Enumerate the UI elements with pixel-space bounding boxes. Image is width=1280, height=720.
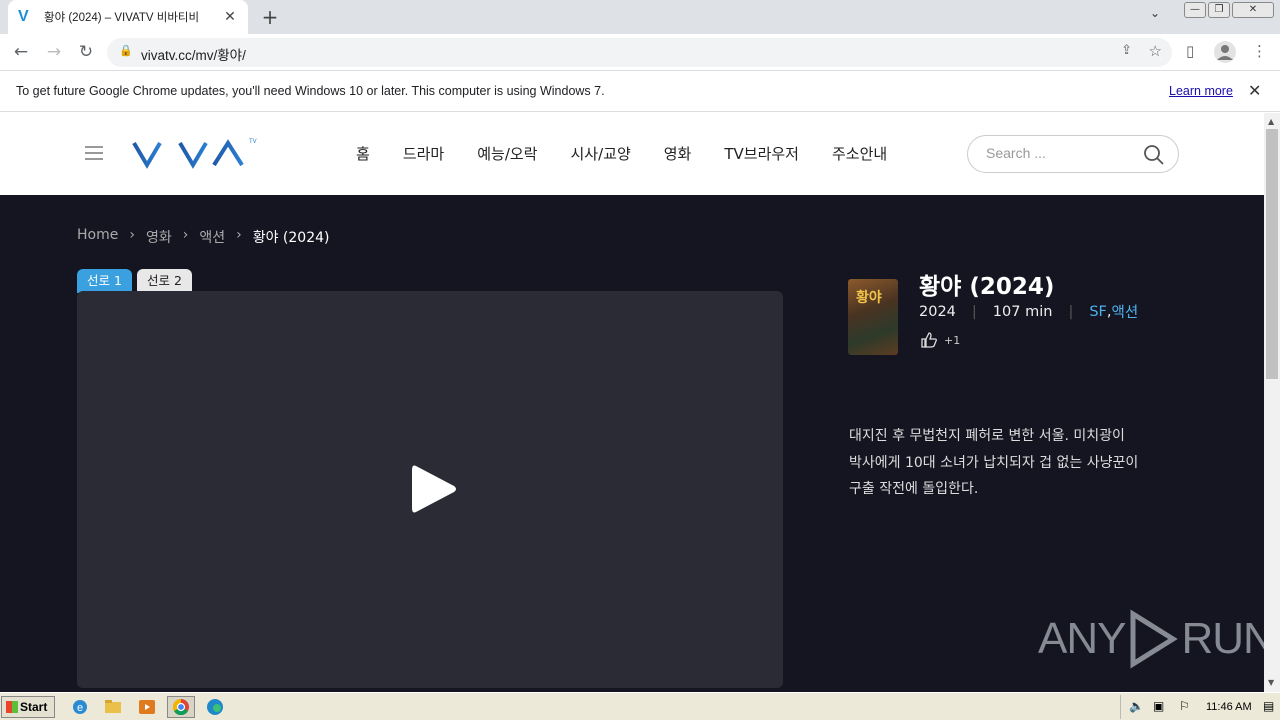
bookmark-star-icon[interactable]: ☆	[1149, 42, 1162, 60]
update-infobar: To get future Google Chrome updates, you…	[0, 72, 1280, 112]
nav-drama[interactable]: 드라마	[403, 143, 444, 164]
viva-logo[interactable]: TV	[132, 135, 262, 175]
search-icon[interactable]	[1143, 144, 1165, 170]
ie-icon[interactable]: e	[70, 697, 90, 717]
tab-search-chevron-icon[interactable]: ⌄	[1150, 6, 1160, 20]
site-header: TV 홈 드라마 예능/오락 시사/교양 영화 TV브라우저 주소안내	[0, 113, 1264, 195]
url-text[interactable]: vivatv.cc/mv/황야/	[141, 44, 246, 64]
video-player[interactable]	[77, 291, 783, 688]
start-button[interactable]: Start	[1, 696, 55, 718]
breadcrumb-chevron-icon: ›	[182, 227, 189, 243]
logo-tv-sup: TV	[249, 139, 257, 145]
profile-avatar-icon[interactable]	[1214, 41, 1236, 63]
scroll-down-arrow-icon[interactable]: ▼	[1268, 678, 1274, 687]
volume-icon[interactable]: 🔈	[1129, 699, 1144, 713]
breadcrumb-action[interactable]: 액션	[199, 227, 225, 247]
back-arrow-icon[interactable]: ←	[10, 41, 32, 63]
like-button[interactable]: +1	[920, 331, 960, 349]
server-tab-2[interactable]: 선로 2	[137, 269, 192, 293]
movie-detail-section: Home › 영화 › 액션 › 황야 (2024) 선로 1 선로 2 황야 …	[0, 195, 1275, 692]
address-bar[interactable]: 🔒 vivatv.cc/mv/황야/ ⇪ ☆	[107, 38, 1172, 67]
side-panel-icon[interactable]: ▯	[1186, 42, 1194, 60]
poster-title-text: 황야	[856, 290, 882, 306]
infobar-message: To get future Google Chrome updates, you…	[16, 84, 605, 98]
chrome-taskbar-icon[interactable]	[167, 696, 195, 718]
new-tab-button[interactable]: +	[258, 5, 282, 29]
taskbar-clock: 11:46 AM	[1206, 701, 1252, 713]
system-tray: 🔈 ▣ ⚐ ▤	[1120, 695, 1280, 719]
breadcrumb-home[interactable]: Home	[77, 227, 118, 247]
nav-address-info[interactable]: 주소안내	[832, 143, 887, 164]
show-desktop-icon[interactable]: ▤	[1263, 699, 1274, 713]
anyrun-watermark: ANY RUN	[1038, 608, 1275, 670]
restore-window-button[interactable]: ❐	[1208, 2, 1230, 18]
anyrun-play-logo-icon	[1130, 609, 1179, 669]
nav-current-affairs[interactable]: 시사/교양	[570, 143, 630, 164]
action-center-flag-icon[interactable]: ⚐	[1179, 699, 1190, 713]
viva-favicon-icon: V	[18, 8, 29, 25]
movie-title: 황야 (2024)	[919, 274, 1055, 300]
watermark-left: ANY	[1038, 614, 1126, 663]
lock-icon[interactable]: 🔒	[119, 44, 133, 57]
breadcrumb-movies[interactable]: 영화	[146, 227, 172, 247]
windows-taskbar: Start e 🔈 ▣ ⚐ ▤ 11:46 AM	[0, 692, 1280, 720]
nav-home[interactable]: 홈	[356, 143, 370, 164]
nav-tv-browser[interactable]: TV브라우저	[724, 143, 799, 164]
tab-title: 황야 (2024) – VIVATV 비바티비	[44, 12, 200, 24]
breadcrumb-chevron-icon: ›	[129, 227, 135, 243]
share-icon[interactable]: ⇪	[1121, 43, 1132, 58]
network-icon[interactable]: ▣	[1153, 699, 1164, 713]
media-player-icon[interactable]	[137, 697, 157, 717]
genre-link-sf[interactable]: SF	[1089, 304, 1107, 320]
movie-synopsis: 대지진 후 무법천지 폐허로 변한 서울. 미치광이 박사에게 10대 소녀가 …	[849, 428, 1139, 497]
breadcrumb: Home › 영화 › 액션 › 황야 (2024)	[77, 227, 329, 247]
movie-poster: 황야	[848, 279, 898, 355]
close-window-button[interactable]: ✕	[1232, 2, 1274, 18]
scrollbar-thumb[interactable]	[1266, 129, 1278, 379]
watermark-right: RUN	[1181, 614, 1274, 663]
genre-link-action[interactable]: 액션	[1111, 301, 1138, 322]
site-search	[967, 135, 1179, 173]
hamburger-menu-icon[interactable]	[85, 146, 103, 164]
browser-tab[interactable]: V 황야 (2024) – VIVATV 비바티비 ✕	[8, 0, 248, 34]
nav-variety[interactable]: 예능/오락	[477, 143, 537, 164]
breadcrumb-chevron-icon: ›	[236, 227, 242, 243]
main-nav: 홈 드라마 예능/오락 시사/교양 영화 TV브라우저 주소안내	[356, 143, 920, 164]
meta-divider: |	[971, 303, 977, 320]
scroll-up-arrow-icon[interactable]: ▲	[1268, 117, 1274, 126]
meta-divider: |	[1068, 303, 1074, 320]
play-icon[interactable]	[410, 462, 458, 516]
tab-strip: V 황야 (2024) – VIVATV 비바티비 ✕ + ⌄ — ❐ ✕	[0, 0, 1280, 34]
svg-text:e: e	[77, 702, 83, 714]
movie-year: 2024	[919, 303, 956, 320]
tab-close-icon[interactable]: ✕	[222, 9, 238, 25]
breadcrumb-current: 황야 (2024)	[252, 230, 330, 246]
browser-toolbar: ← → ↻ 🔒 vivatv.cc/mv/황야/ ⇪ ☆ ▯ ⋮	[0, 34, 1280, 71]
like-count: +1	[944, 333, 961, 347]
folder-icon[interactable]	[103, 697, 123, 717]
nav-movies[interactable]: 영화	[664, 143, 692, 164]
windows-flag-icon	[6, 701, 18, 713]
edge-icon[interactable]	[205, 697, 225, 717]
minimize-window-button[interactable]: —	[1184, 2, 1206, 18]
thumbs-up-icon[interactable]	[920, 331, 938, 349]
infobar-close-icon[interactable]: ✕	[1248, 81, 1261, 100]
learn-more-link[interactable]: Learn more	[1169, 84, 1233, 98]
menu-dots-icon[interactable]: ⋮	[1252, 42, 1267, 60]
search-input[interactable]	[986, 145, 1136, 161]
start-label: Start	[20, 700, 48, 714]
forward-arrow-icon[interactable]: →	[43, 41, 65, 63]
server-tab-1[interactable]: 선로 1	[77, 269, 132, 293]
movie-runtime: 107 min	[992, 303, 1053, 320]
movie-meta: 2024 | 107 min | SF , 액션	[919, 301, 1138, 322]
page-scrollbar[interactable]: ▲ ▼	[1264, 113, 1280, 692]
reload-icon[interactable]: ↻	[75, 41, 97, 63]
